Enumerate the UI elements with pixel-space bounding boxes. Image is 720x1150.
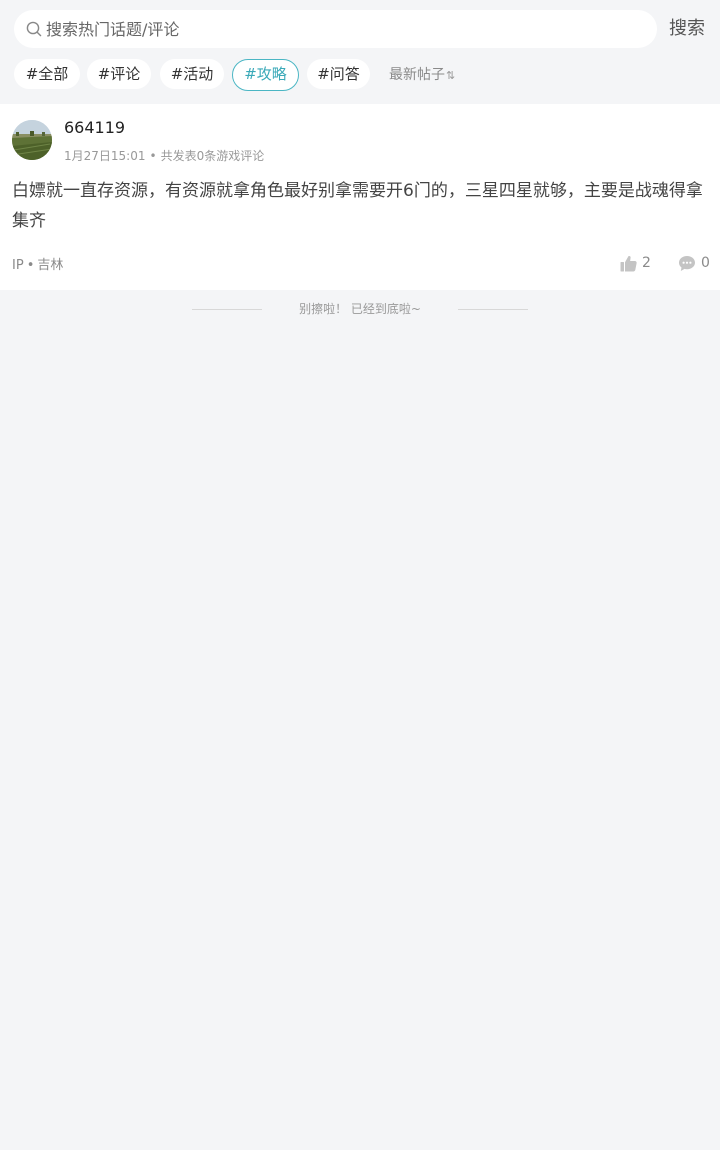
like-count: 2	[642, 255, 651, 271]
sort-arrows-icon: ⇅	[446, 69, 456, 82]
search-icon	[26, 21, 42, 37]
comment-icon	[679, 255, 695, 271]
search-bar	[14, 10, 657, 48]
divider-left	[192, 309, 262, 310]
like-button[interactable]: 2	[620, 252, 651, 274]
tag-all[interactable]: #全部	[14, 59, 80, 89]
avatar[interactable]	[12, 120, 52, 160]
tag-activity[interactable]: #活动	[160, 59, 224, 89]
tag-qa[interactable]: #问答	[307, 59, 370, 89]
tag-comment[interactable]: #评论	[87, 59, 151, 89]
ip-label: IP	[12, 258, 24, 273]
search-input[interactable]	[46, 10, 646, 48]
post-content[interactable]: 白嫖就一直存资源，有资源就拿角色最好别拿需要开6门的，三星四星就够，主要是战魂得…	[12, 176, 710, 236]
ip-region: 吉林	[37, 258, 64, 273]
divider-right	[458, 309, 528, 310]
post-meta: 1月27日15:01 • 共发表0条游戏评论	[64, 147, 264, 164]
thumbs-up-icon	[620, 255, 637, 271]
avatar-image	[12, 120, 52, 160]
post-count: 共发表0条游戏评论	[160, 149, 265, 163]
post-card[interactable]: 664119 1月27日15:01 • 共发表0条游戏评论 白嫖就一直存资源，有资源…	[0, 104, 720, 290]
search-button[interactable]: 搜索	[664, 10, 710, 48]
ip-separator: •	[26, 258, 35, 273]
meta-separator: •	[149, 149, 157, 163]
sort-toggle[interactable]: 最新帖子⇅	[389, 59, 455, 91]
post-date: 1月27日15:01	[64, 149, 146, 163]
comment-button[interactable]: 0	[678, 252, 710, 274]
tag-guide[interactable]: #攻略	[232, 59, 299, 91]
ip-location: IP • 吉林	[12, 254, 63, 273]
comment-count: 0	[701, 255, 710, 271]
sort-label: 最新帖子	[389, 67, 445, 83]
end-of-list-text: 别擦啦！ 已经到底啦~	[299, 302, 421, 316]
username[interactable]: 664119	[64, 118, 125, 137]
